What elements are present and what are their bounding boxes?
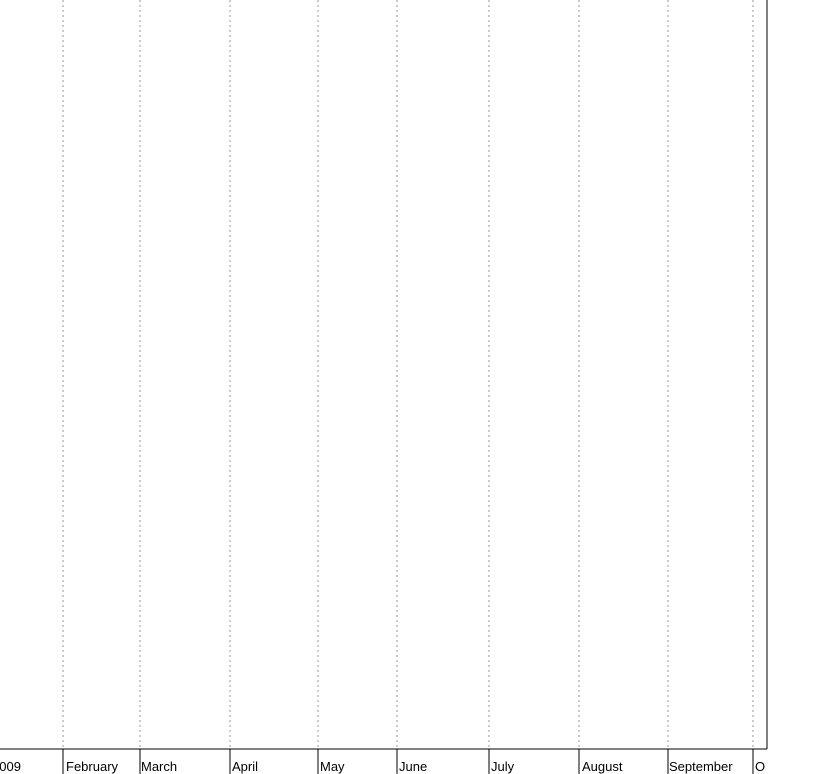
x-tick-label: May: [320, 759, 345, 774]
x-tick-label: June: [399, 759, 427, 774]
x-tick-label: July: [491, 759, 515, 774]
x-tick-label: August: [582, 759, 623, 774]
x-tick-label: O: [755, 759, 765, 774]
x-tick-label: 2009: [0, 759, 21, 774]
x-tick-label: April: [232, 759, 258, 774]
x-tick-label: September: [669, 759, 733, 774]
x-tick-label: March: [141, 759, 177, 774]
x-tick-label: February: [66, 759, 119, 774]
stock-price-chart: 7580859095100105110115120125130135140145…: [0, 0, 823, 774]
chart-background: [0, 0, 823, 774]
